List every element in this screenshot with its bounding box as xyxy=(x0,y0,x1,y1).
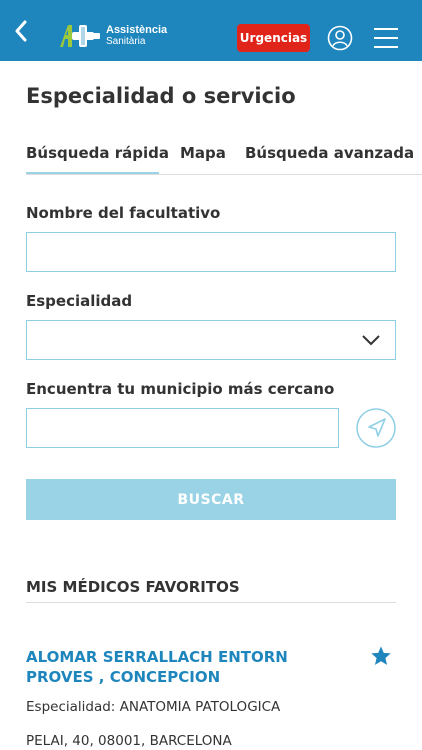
nombre-input[interactable] xyxy=(26,232,396,272)
hamburger-menu-icon xyxy=(374,28,398,48)
municipio-input[interactable] xyxy=(26,408,339,448)
menu-button[interactable] xyxy=(374,27,398,49)
chevron-left-icon xyxy=(15,20,27,42)
urgencias-button[interactable]: Urgencias xyxy=(237,24,310,52)
back-button[interactable] xyxy=(8,18,34,44)
favorites-divider xyxy=(26,602,396,603)
search-tabs: Búsqueda rápida Mapa Búsqueda avanzada xyxy=(26,144,422,175)
doctor-address: PELAI, 40, 08001, BARCELONA xyxy=(26,733,232,749)
doctor-name-link[interactable]: ALOMAR SERRALLACH ENTORN PROVES , CONCEP… xyxy=(26,647,326,687)
chevron-down-icon xyxy=(362,335,380,346)
tab-mapa[interactable]: Mapa xyxy=(180,144,226,162)
top-app-bar: Assistència Sanitària Urgencias xyxy=(0,0,422,61)
logo-line1: Assistència xyxy=(106,24,168,36)
buscar-button[interactable]: BUSCAR xyxy=(26,479,396,520)
nombre-label: Nombre del facultativo xyxy=(26,204,221,222)
especialidad-select[interactable] xyxy=(26,320,396,360)
app-logo: Assistència Sanitària xyxy=(58,22,167,50)
favorite-toggle[interactable] xyxy=(370,645,392,667)
locate-button[interactable] xyxy=(356,408,396,448)
user-icon xyxy=(327,25,353,51)
navigation-arrow-icon xyxy=(356,408,396,448)
favorites-title: MIS MÉDICOS FAVORITOS xyxy=(26,578,240,596)
tab-busqueda-rapida[interactable]: Búsqueda rápida xyxy=(26,144,169,162)
logo-text: Assistència Sanitària xyxy=(106,24,168,48)
cross-logo-icon xyxy=(60,25,100,47)
page-title: Especialidad o servicio xyxy=(26,84,296,108)
tab-busqueda-avanzada[interactable]: Búsqueda avanzada xyxy=(245,144,414,162)
municipio-label: Encuentra tu municipio más cercano xyxy=(26,380,335,398)
especialidad-label: Especialidad xyxy=(26,292,133,310)
tabs-divider xyxy=(26,174,422,175)
profile-button[interactable] xyxy=(327,25,353,51)
logo-line2: Sanitària xyxy=(106,36,146,47)
doctor-specialty: Especialidad: ANATOMIA PATOLOGICA xyxy=(26,699,281,715)
star-icon xyxy=(371,646,391,665)
